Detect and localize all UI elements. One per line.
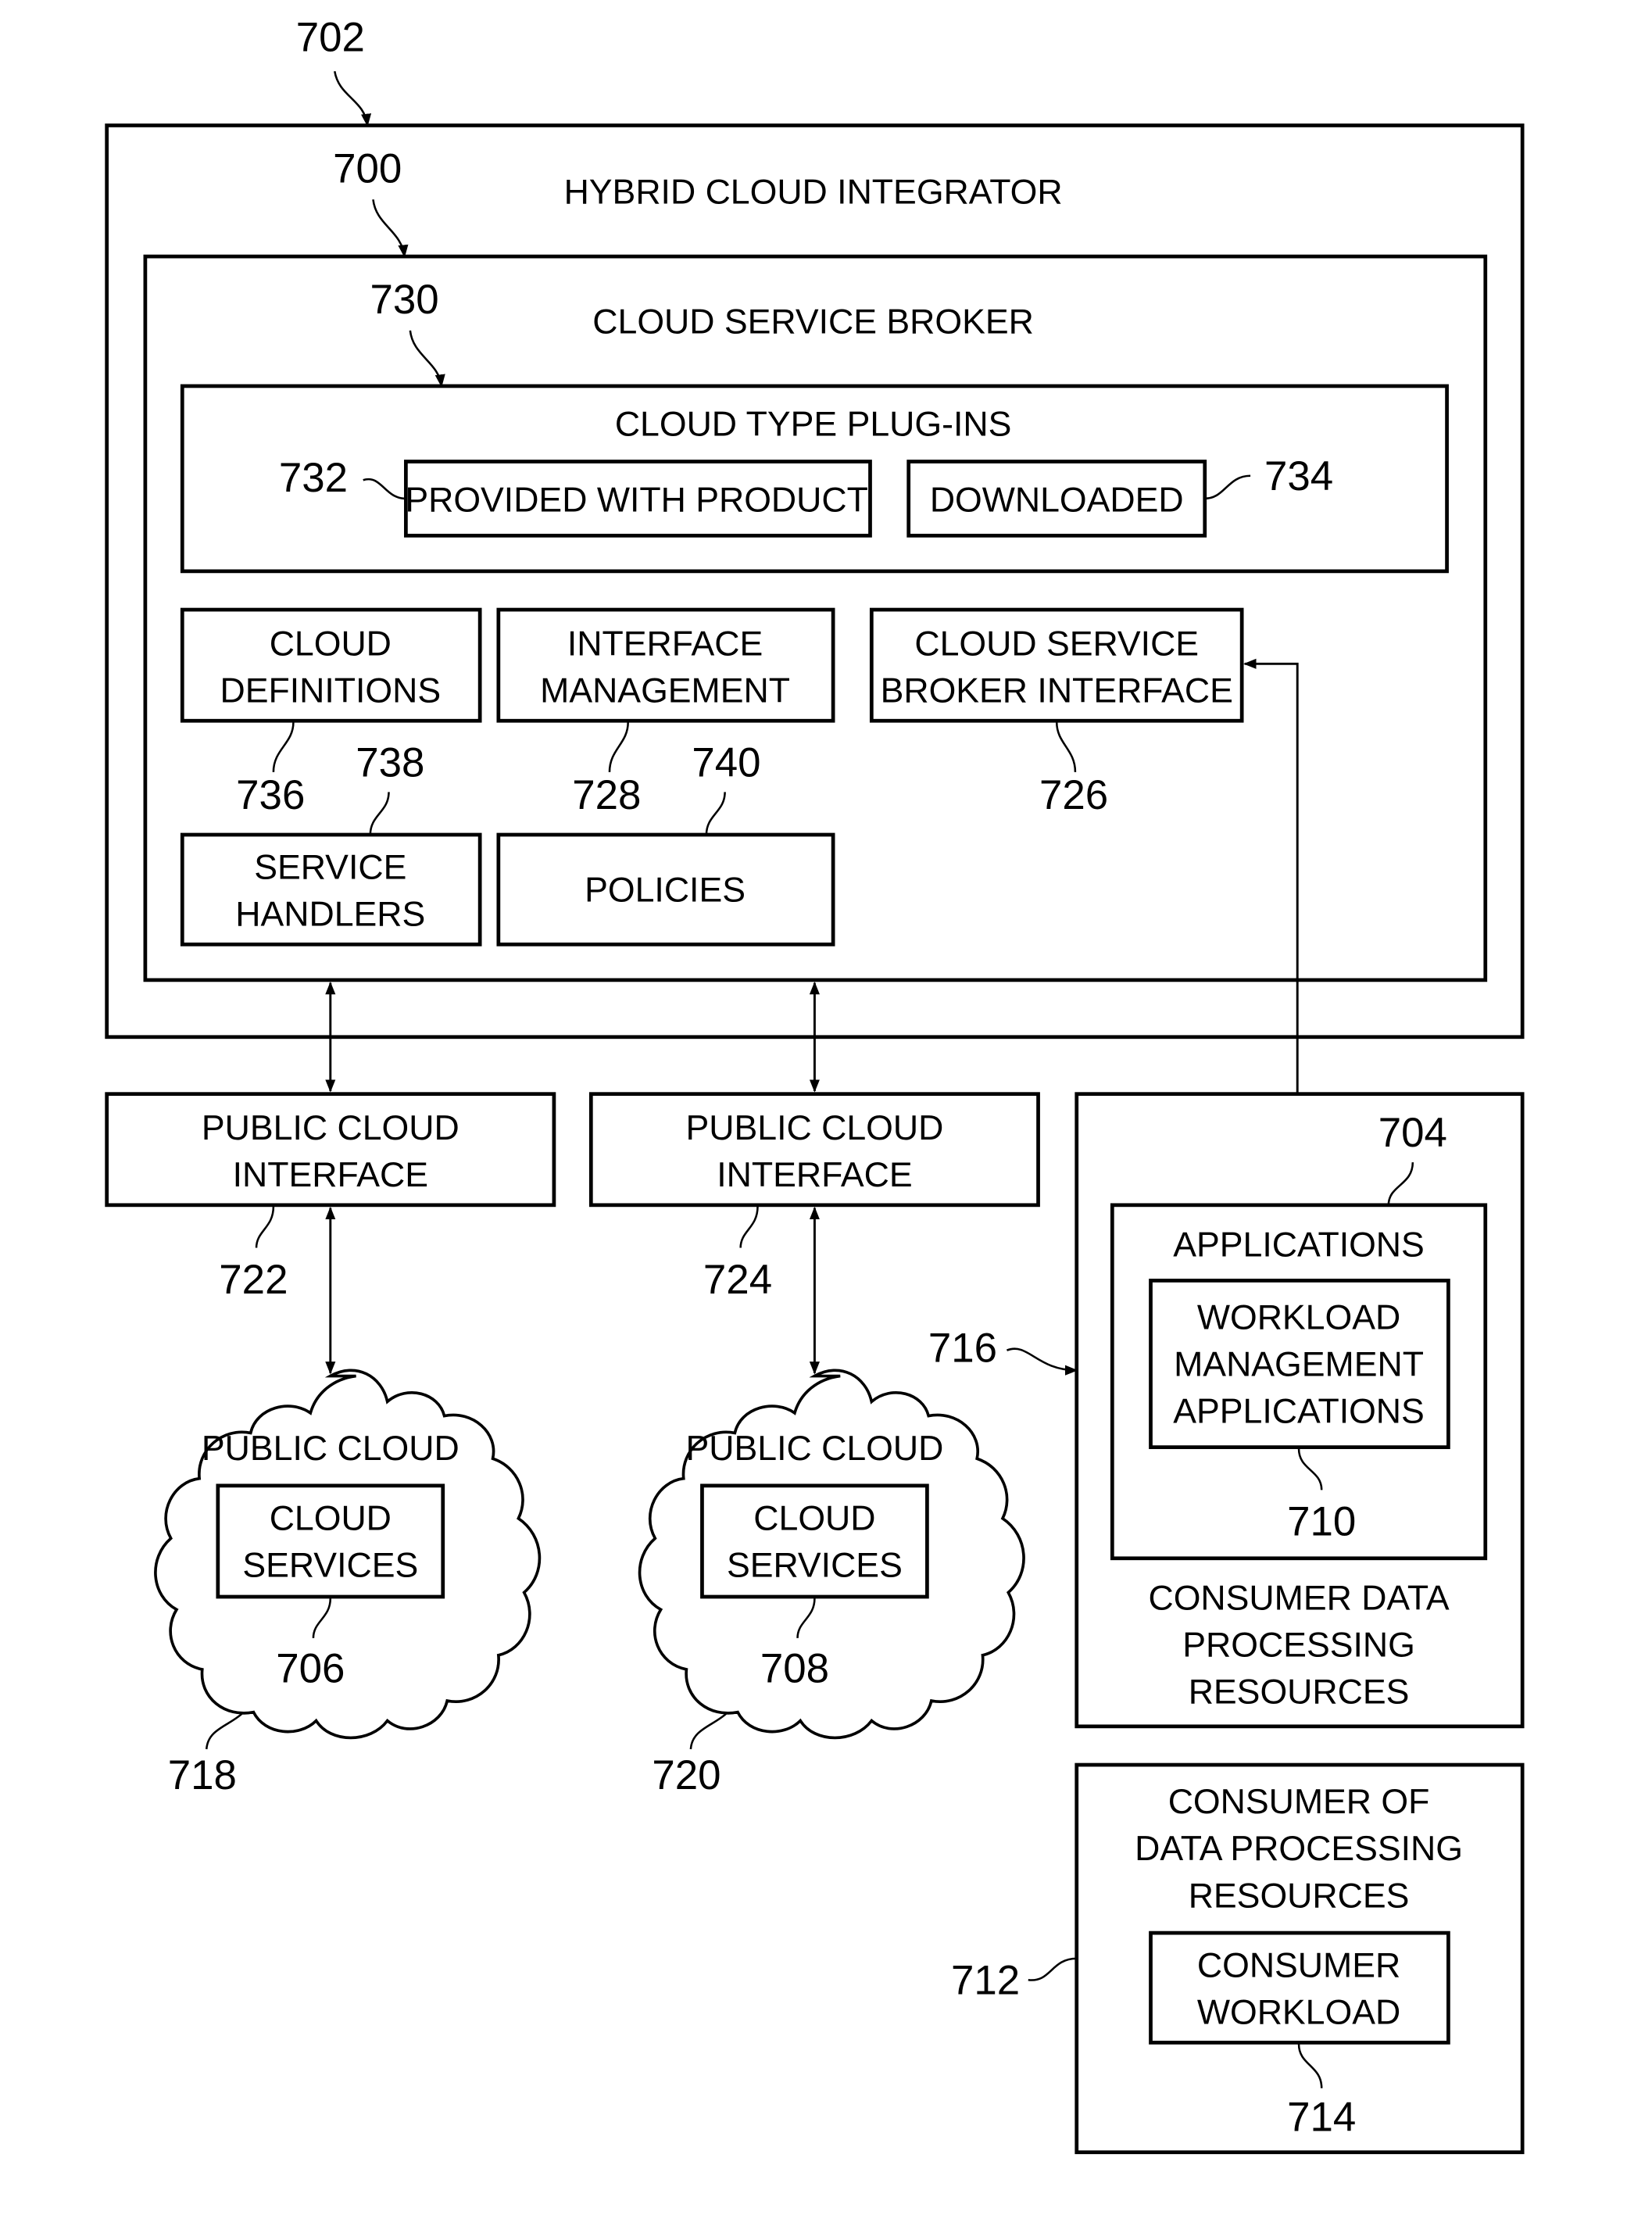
ref-728: 728	[572, 772, 641, 818]
ref-710: 710	[1287, 1499, 1356, 1545]
workload-mgmt-line1: WORKLOAD	[1197, 1298, 1400, 1337]
ref-720: 720	[652, 1752, 721, 1798]
cloud-definitions-line1: CLOUD	[270, 624, 392, 663]
public-cloud-1: PUBLIC CLOUD CLOUD SERVICES 706 718	[154, 1369, 542, 1798]
public-cloud-interface-2-line1: PUBLIC CLOUD	[686, 1109, 944, 1147]
cloud-type-plugins-label: CLOUD TYPE PLUG-INS	[615, 406, 1012, 444]
cloud-services-1-line1: CLOUD	[270, 1499, 392, 1537]
ref-712: 712	[951, 1957, 1020, 2003]
lead-712	[1028, 1957, 1077, 1981]
public-cloud-interface-1-line2: INTERFACE	[233, 1156, 428, 1194]
public-cloud-2-label: PUBLIC CLOUD	[686, 1430, 944, 1468]
ref-716: 716	[928, 1325, 997, 1371]
ref-714: 714	[1287, 2094, 1356, 2140]
consumer-of-line2: DATA PROCESSING	[1135, 1830, 1463, 1868]
lead-722	[255, 1206, 275, 1248]
consumer-of-line3: RESOURCES	[1189, 1877, 1410, 1915]
service-handlers-line2: HANDLERS	[235, 896, 425, 934]
lead-718	[205, 1712, 243, 1750]
public-cloud-2: PUBLIC CLOUD CLOUD SERVICES 708 720	[638, 1369, 1025, 1798]
ref-702: 702	[296, 15, 365, 61]
cloud-services-2-line1: CLOUD	[753, 1499, 875, 1537]
ref-704: 704	[1378, 1110, 1447, 1156]
consumer-of-line1: CONSUMER OF	[1168, 1783, 1430, 1821]
arrow-716	[1006, 1347, 1078, 1376]
consumer-data-line2: PROCESSING	[1182, 1626, 1415, 1665]
ref-736: 736	[236, 772, 305, 818]
ref-732: 732	[279, 455, 348, 501]
ref-734: 734	[1264, 453, 1333, 499]
ref-724: 724	[703, 1257, 772, 1303]
consumer-data-line3: RESOURCES	[1189, 1673, 1410, 1712]
ref-718: 718	[168, 1752, 237, 1798]
downloaded-label: DOWNLOADED	[930, 481, 1184, 519]
cloud-service-broker-interface-line2: BROKER INTERFACE	[881, 672, 1233, 710]
public-cloud-1-label: PUBLIC CLOUD	[202, 1430, 459, 1468]
workload-mgmt-line2: MANAGEMENT	[1174, 1346, 1424, 1384]
consumer-workload-line1: CONSUMER	[1197, 1947, 1400, 1985]
cloud-services-1-line2: SERVICES	[242, 1546, 418, 1584]
public-cloud-interface-1-line1: PUBLIC CLOUD	[202, 1109, 459, 1147]
cloud-service-broker-interface-line1: CLOUD SERVICE	[914, 624, 1199, 663]
service-handlers-line1: SERVICE	[254, 849, 406, 887]
ref-706: 706	[276, 1645, 345, 1691]
workload-mgmt-line3: APPLICATIONS	[1173, 1393, 1425, 1431]
interface-management-line2: MANAGEMENT	[540, 672, 790, 710]
ref-700: 700	[333, 145, 402, 191]
lead-720	[689, 1712, 728, 1750]
lead-724	[739, 1206, 759, 1248]
consumer-data-line1: CONSUMER DATA	[1148, 1579, 1449, 1617]
ref-708: 708	[760, 1645, 829, 1691]
ref-740: 740	[692, 739, 760, 785]
interface-management-line1: INTERFACE	[567, 624, 763, 663]
arrow-702	[334, 70, 372, 127]
cloud-service-broker-label: CLOUD SERVICE BROKER	[592, 303, 1034, 342]
patent-figure: 702 HYBRID CLOUD INTEGRATOR 700 CLOUD SE…	[105, 15, 1525, 2155]
applications-label: APPLICATIONS	[1173, 1226, 1425, 1264]
cloud-services-2-line2: SERVICES	[727, 1546, 903, 1584]
hybrid-cloud-integrator-label: HYBRID CLOUD INTEGRATOR	[564, 174, 1063, 212]
ref-722: 722	[219, 1257, 288, 1303]
provided-with-product-label: PROVIDED WITH PRODUCT	[405, 481, 868, 519]
consumer-workload-line2: WORKLOAD	[1197, 1994, 1400, 2032]
cloud-definitions-line2: DEFINITIONS	[220, 672, 441, 710]
ref-738: 738	[356, 739, 424, 785]
public-cloud-interface-2-line2: INTERFACE	[717, 1156, 912, 1194]
policies-label: POLICIES	[585, 871, 746, 910]
ref-726: 726	[1039, 772, 1108, 818]
ref-730: 730	[370, 277, 438, 323]
